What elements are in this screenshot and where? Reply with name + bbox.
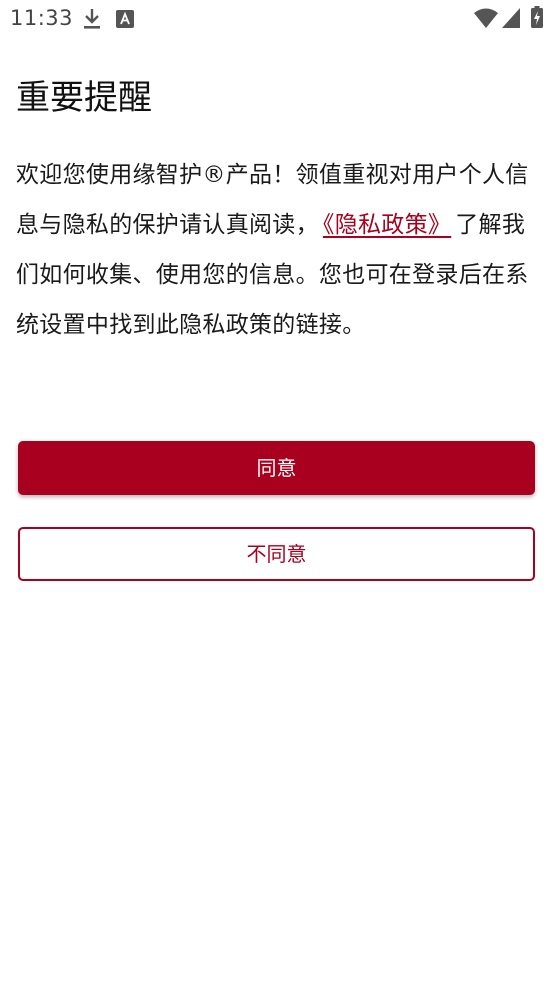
privacy-policy-link[interactable]: 《隐私政策》	[323, 212, 451, 238]
signal-icon	[502, 8, 520, 28]
notice-text-before: 欢迎您使用缘智护®产品！领值重视对用户个人信息与隐私的保护请认真阅读，	[16, 162, 529, 238]
wifi-icon	[474, 8, 498, 28]
font-a-icon	[116, 10, 134, 28]
status-bar: 11:33	[0, 0, 554, 38]
agree-button[interactable]: 同意	[18, 441, 535, 495]
status-time: 11:33	[10, 6, 74, 30]
download-icon	[84, 9, 100, 29]
disagree-button[interactable]: 不同意	[18, 527, 535, 581]
privacy-notice-text: 欢迎您使用缘智护®产品！领值重视对用户个人信息与隐私的保护请认真阅读， 《隐私政策…	[16, 150, 540, 350]
battery-charging-icon	[531, 6, 543, 28]
page-title: 重要提醒	[16, 78, 152, 118]
